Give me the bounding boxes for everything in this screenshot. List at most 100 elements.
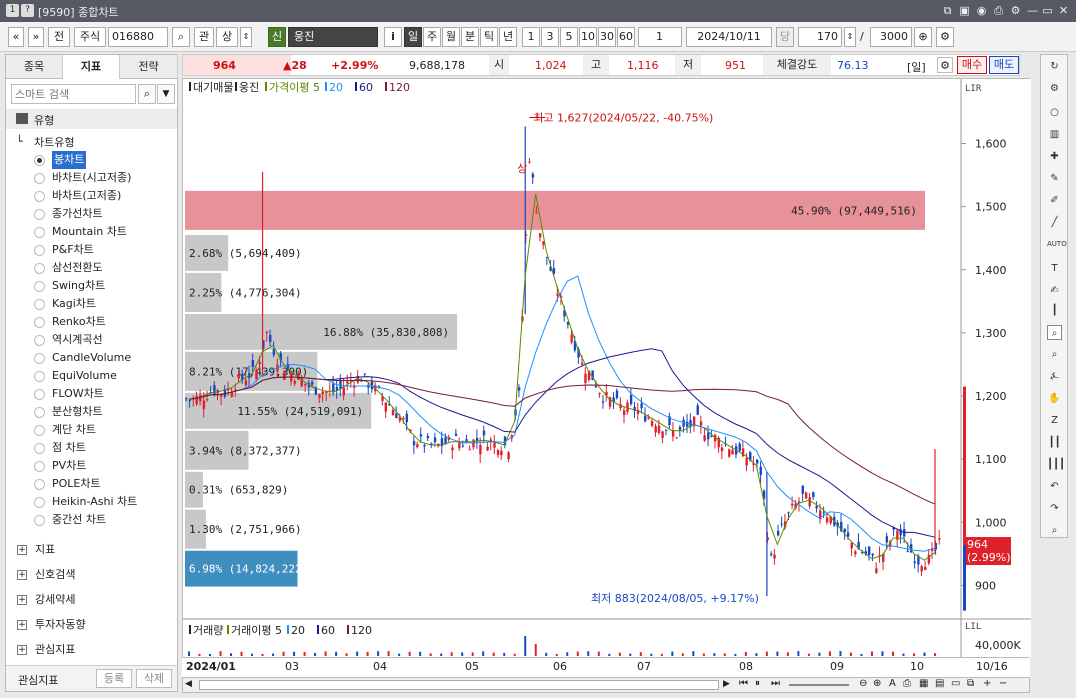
close-icon[interactable]: ✕ [1056,3,1071,18]
settings-icon[interactable]: ⚙ [1008,3,1023,18]
plus-icon[interactable]: + [983,678,991,689]
period-year-tab[interactable]: 년 [499,27,517,47]
interval-60-button[interactable]: 60 [617,27,635,47]
expand-icon[interactable]: + [17,645,27,655]
first-icon[interactable]: ⏮ [739,678,748,689]
radio-icon[interactable] [34,245,45,256]
search-tool-icon[interactable]: ⌕ [1047,523,1062,538]
chart-icon[interactable]: ▥ [1047,127,1062,142]
radio-icon[interactable] [34,227,45,238]
max-count-input[interactable]: 3000 [870,27,912,47]
period-week-tab[interactable]: 주 [423,27,441,47]
history-back-button[interactable]: « [8,27,24,47]
zigzag-icon[interactable]: Ζ [1047,413,1062,428]
radio-icon[interactable] [34,497,45,508]
tab-strategy[interactable]: 전략 [120,55,178,79]
interval-10-button[interactable]: 10 [579,27,597,47]
maximize-icon[interactable]: ▭ [1040,3,1055,18]
scroll-left-icon[interactable]: ◀ [185,679,192,689]
radio-icon[interactable] [34,371,45,382]
search-icon[interactable]: ⌕ [172,27,190,47]
watchlist-button[interactable]: 관 [194,27,214,47]
period-tick-tab[interactable]: 틱 [480,27,498,47]
rank-button[interactable]: 상 [216,27,238,47]
stock-code-input[interactable]: 016880 [108,27,168,47]
screen-icon[interactable]: ▭ [951,678,960,689]
radio-icon[interactable] [34,461,45,472]
smart-search-input[interactable] [11,84,136,104]
undo-icon[interactable]: ↶ [1047,479,1062,494]
candle-icon[interactable]: ┃ [1047,303,1062,318]
tab-stock[interactable]: 종목 [6,55,63,79]
minus-icon[interactable]: − [999,678,1007,689]
radio-icon[interactable] [34,515,45,526]
interval-5-button[interactable]: 5 [560,27,578,47]
sell-button[interactable]: 매도 [989,56,1019,74]
interval-3-button[interactable]: 3 [541,27,559,47]
pencil-icon[interactable]: ✎ [1047,171,1062,186]
radio-icon[interactable] [34,173,45,184]
pen-icon[interactable]: ✐ [1047,193,1062,208]
market-select[interactable]: 주식 [74,27,106,47]
save-icon[interactable]: ▣ [957,3,972,18]
window-number-badge[interactable]: 1 [6,4,19,17]
text-icon[interactable]: T [1047,261,1062,276]
delete-button[interactable]: 삭제 [136,669,172,688]
history-menu-button[interactable]: » [28,27,44,47]
radio-icon[interactable] [34,155,45,166]
radio-icon[interactable] [34,443,45,454]
camera-icon[interactable]: ◉ [974,3,989,18]
radio-icon[interactable] [34,191,45,202]
hand-icon[interactable]: ✋ [1047,391,1062,406]
section-label[interactable]: 차트유형 [34,134,74,150]
redo-icon[interactable]: ↷ [1047,501,1062,516]
toolbar-settings-icon[interactable]: ⚙ [936,27,954,47]
radio-icon[interactable] [34,299,45,310]
expand-icon[interactable]: + [17,545,27,555]
grid-icon[interactable]: ▦ [919,678,928,689]
layout-icon[interactable]: ▤ [935,678,944,689]
help-icon[interactable]: ? [21,4,34,17]
period-month-tab[interactable]: 월 [442,27,460,47]
date-unit-button[interactable]: 당 [776,27,794,47]
buy-button[interactable]: 매수 [957,56,987,74]
radio-icon[interactable] [34,281,45,292]
quote-settings-icon[interactable]: ⚙ [937,57,953,73]
zoom-plus-icon[interactable]: ⊕ [873,678,881,689]
radio-icon[interactable] [34,425,45,436]
radio-icon[interactable] [34,479,45,490]
count-input[interactable]: 170 [798,27,842,47]
auto-scale-icon[interactable]: A [889,678,896,689]
last-icon[interactable]: ⏭ [771,678,780,689]
zoom-in-icon[interactable]: ⊕ [914,27,932,47]
radio-icon[interactable] [34,353,45,364]
radio-icon[interactable] [34,263,45,274]
radio-icon[interactable] [34,335,45,346]
prev-button[interactable]: 전 [48,27,70,47]
link-icon[interactable]: ⧉ [940,3,955,18]
count-stepper-icon[interactable]: ⇕ [844,27,856,47]
radio-icon[interactable] [34,209,45,220]
print-chart-icon[interactable]: ⎙ [903,678,911,689]
zoom-slider[interactable] [789,684,849,686]
circle-icon[interactable]: ○ [1047,105,1062,120]
scroll-thumb[interactable] [199,680,719,690]
zoom-out-icon[interactable]: ⊖ [859,678,867,689]
refresh-icon[interactable]: ↻ [1047,59,1062,74]
note-icon[interactable]: ✍ [1047,283,1062,298]
minimize-icon[interactable]: — [1025,3,1040,18]
gear-icon[interactable]: ⚙ [1047,81,1062,96]
interval-select[interactable]: 1 [638,27,682,47]
zoom-icon[interactable]: ⌕ [1047,325,1062,340]
expand-icon[interactable]: + [17,570,27,580]
radio-icon[interactable] [34,407,45,418]
bars-icon[interactable]: ┃┃ [1047,435,1062,450]
magnify-icon[interactable]: ⌕ [1047,347,1062,362]
date-input[interactable]: 2024/10/11 [686,27,772,47]
radio-icon[interactable] [34,317,45,328]
auto-line-icon[interactable]: AUTO [1047,237,1067,252]
price-chart-svg[interactable]: 1,600 1,500 1,400 1,300 1,200 1,100 1,000 900 40… [183,79,1031,659]
chart-area[interactable]: 1,600 1,500 1,400 1,300 1,200 1,100 1,000 900 40… [182,78,1031,659]
radio-icon[interactable] [34,389,45,400]
root-row[interactable]: 유형 [6,109,177,129]
